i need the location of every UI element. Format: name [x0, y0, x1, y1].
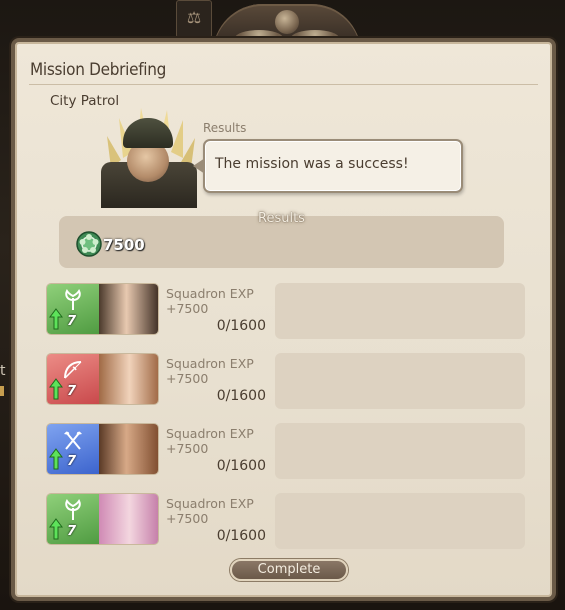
conjurer-class-icon	[65, 499, 81, 520]
exp-label: Squadron EXP	[166, 356, 254, 371]
title-divider	[29, 84, 538, 85]
empty-slot	[275, 493, 525, 549]
member-portrait	[99, 284, 158, 334]
member-rank: 7	[67, 314, 77, 329]
window-title: Mission Debriefing	[30, 60, 167, 80]
member-portrait	[99, 354, 158, 404]
squadron-member-row: 7 Squadron EXP +7500 0/1600	[46, 353, 526, 409]
rank-up-arrow-icon	[49, 448, 63, 470]
conjurer-class-icon	[65, 289, 81, 310]
squadron-member-row: 7 Squadron EXP +7500 0/1600	[46, 423, 526, 479]
commander-portrait	[99, 108, 199, 208]
results-box: Results 7500	[59, 211, 504, 268]
background-marker	[0, 386, 4, 396]
mission-name: City Patrol	[50, 93, 120, 109]
empty-slot	[275, 353, 525, 409]
rank-up-arrow-icon	[49, 378, 63, 400]
scales-icon: ⚖	[176, 0, 212, 38]
member-card[interactable]: 7	[46, 423, 159, 475]
member-portrait	[99, 494, 158, 544]
complete-button[interactable]: Complete	[230, 559, 348, 581]
exp-gain: +7500	[166, 441, 209, 456]
member-portrait	[99, 424, 158, 474]
member-card[interactable]: 7	[46, 353, 159, 405]
company-seal-icon	[76, 231, 102, 257]
message-text: The mission was a success!	[215, 156, 409, 172]
squadron-member-row: 7 Squadron EXP +7500 0/1600	[46, 283, 526, 339]
results-label: Results	[258, 211, 305, 226]
exp-gain: +7500	[166, 371, 209, 386]
squadron-member-row: 7 Squadron EXP +7500 0/1600	[46, 493, 526, 549]
rank-up-arrow-icon	[49, 518, 63, 540]
member-rank: 7	[67, 454, 77, 469]
speaker-tag: Results	[203, 121, 247, 135]
exp-progress: 0/1600	[216, 388, 266, 404]
reward-value: 7500	[103, 236, 145, 254]
rank-up-arrow-icon	[49, 308, 63, 330]
exp-progress: 0/1600	[216, 458, 266, 474]
marauder-class-icon	[64, 431, 82, 450]
member-card[interactable]: 7	[46, 493, 159, 545]
archer-class-icon	[64, 361, 82, 379]
member-card[interactable]: 7	[46, 283, 159, 335]
exp-label: Squadron EXP	[166, 496, 254, 511]
exp-progress: 0/1600	[216, 528, 266, 544]
member-rank: 7	[67, 384, 77, 399]
member-rank: 7	[67, 524, 77, 539]
mission-debriefing-window: Mission Debriefing City Patrol Results T…	[11, 38, 556, 601]
exp-progress: 0/1600	[216, 318, 266, 334]
empty-slot	[275, 423, 525, 479]
empty-slot	[275, 283, 525, 339]
message-bubble: The mission was a success!	[193, 139, 463, 193]
exp-gain: +7500	[166, 511, 209, 526]
exp-label: Squadron EXP	[166, 286, 254, 301]
exp-label: Squadron EXP	[166, 426, 254, 441]
exp-gain: +7500	[166, 301, 209, 316]
background-text-fragment: t	[0, 363, 6, 379]
